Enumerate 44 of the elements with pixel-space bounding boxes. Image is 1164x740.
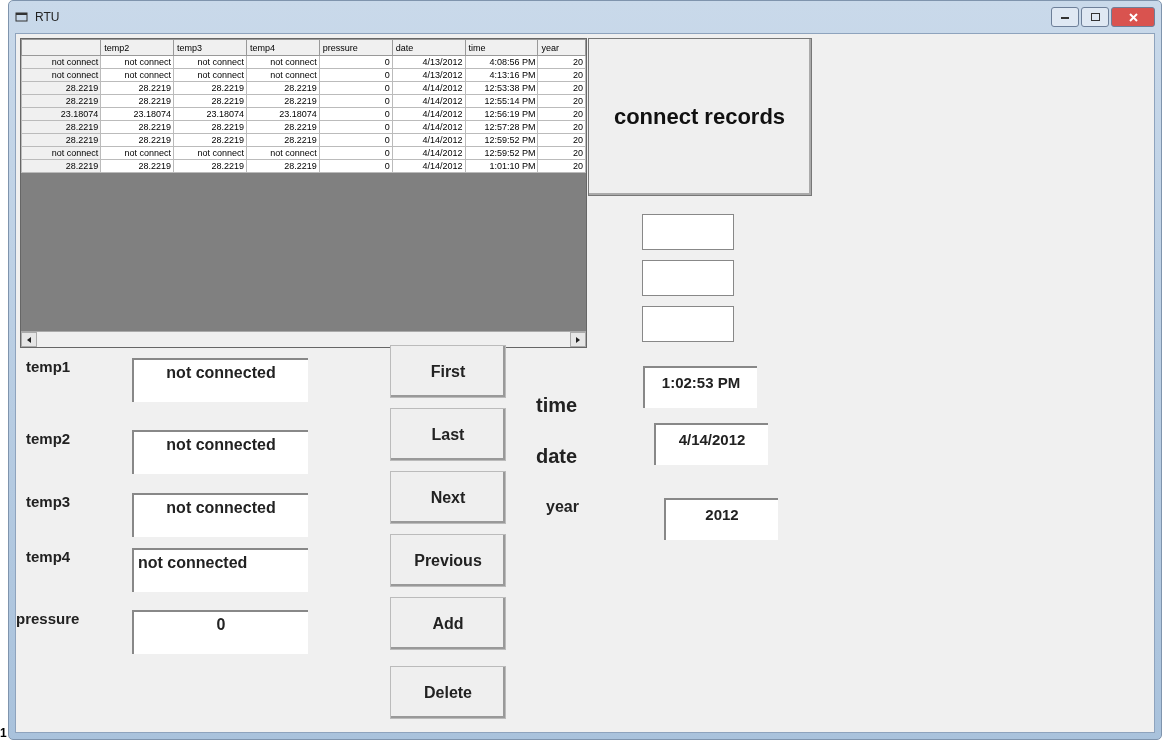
scroll-left-icon[interactable] — [21, 332, 37, 347]
nav-button[interactable]: Next — [390, 471, 506, 524]
minimize-icon — [1061, 15, 1069, 19]
horizontal-scrollbar[interactable] — [21, 331, 586, 347]
text-field[interactable]: 1:02:53 PM — [643, 366, 757, 408]
text-field[interactable]: not connected — [132, 548, 308, 592]
input-field[interactable] — [641, 260, 734, 296]
minimize-button[interactable] — [1051, 7, 1079, 27]
column-header[interactable]: year — [537, 39, 586, 56]
close-icon — [1128, 12, 1138, 22]
nav-button[interactable]: Delete — [390, 666, 506, 719]
nav-button[interactable]: First — [390, 345, 506, 398]
column-header[interactable]: temp2 — [100, 39, 174, 56]
scroll-right-icon[interactable] — [570, 332, 586, 347]
column-header[interactable]: pressure — [319, 39, 393, 56]
text-field[interactable]: not connected — [132, 358, 308, 402]
maximize-button[interactable] — [1081, 7, 1109, 27]
column-header[interactable]: time — [465, 39, 538, 56]
window-title: RTU — [35, 10, 60, 24]
clock-label: time — [536, 394, 579, 417]
field-label: temp4 — [26, 548, 72, 567]
clock-label: year — [546, 498, 580, 516]
field-label: temp3 — [26, 493, 72, 512]
text-field[interactable]: 0 — [132, 610, 308, 654]
column-header[interactable]: date — [392, 39, 466, 56]
input-field[interactable] — [641, 306, 734, 342]
text-field[interactable]: not connected — [132, 493, 308, 537]
text-field[interactable]: 2012 — [664, 498, 778, 540]
field-label: temp1 — [26, 358, 72, 377]
nav-button[interactable]: Add — [390, 597, 506, 650]
input-field[interactable] — [641, 214, 734, 250]
field-label: pressure — [16, 610, 81, 629]
nav-button[interactable]: Previous — [390, 534, 506, 587]
stray-mark: 1 — [0, 726, 7, 740]
connect-records-button[interactable]: connect records — [587, 38, 812, 196]
text-field[interactable]: not connected — [132, 430, 308, 474]
window-icon — [15, 11, 29, 23]
nav-button[interactable]: Last — [390, 408, 506, 461]
maximize-icon — [1090, 13, 1100, 21]
field-label: temp2 — [26, 430, 72, 449]
column-header[interactable]: temp4 — [246, 39, 320, 56]
clock-label: date — [536, 445, 579, 468]
column-header[interactable]: temp3 — [173, 39, 247, 56]
text-field[interactable]: 4/14/2012 — [654, 423, 768, 465]
